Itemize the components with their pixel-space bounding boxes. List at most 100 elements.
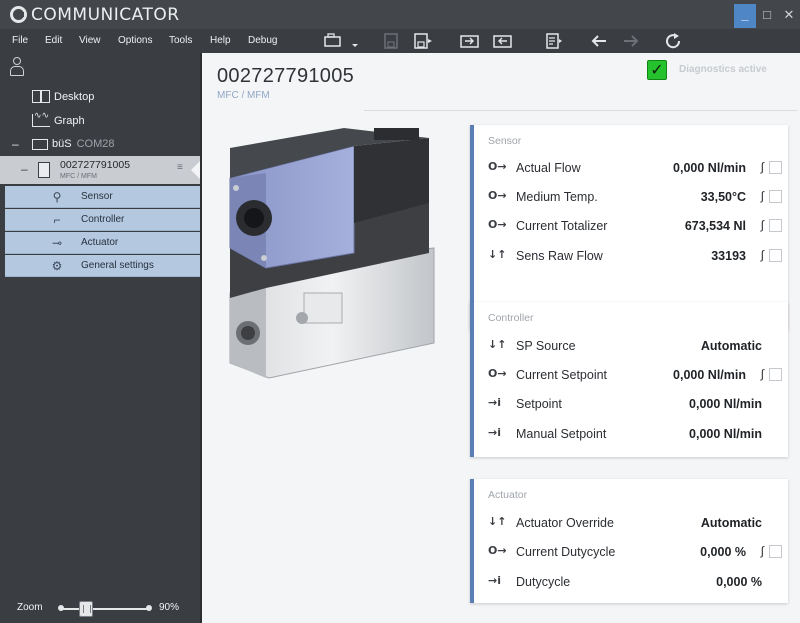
trend-icon[interactable]: ∫ [761,189,764,203]
menu-tools[interactable]: Tools [169,35,192,46]
row-label: Current Setpoint [516,368,608,382]
menu-file[interactable]: File [12,35,28,46]
diagnostics-checkbox[interactable]: ✓ [647,60,667,80]
report-icon[interactable] [545,33,563,49]
zoom-control: Zoom 90% [0,598,200,620]
row-value: 0,000 Nl/min [673,368,746,382]
row-actuator-override: ↓↑ Actuator Override Automatic [488,513,786,533]
row-value[interactable]: 0,000 % [716,575,762,589]
trend-icon[interactable]: ∫ [761,218,764,232]
trend-icon[interactable]: ∫ [761,160,764,174]
dropdown-icon[interactable] [350,33,360,49]
save-icon[interactable] [413,33,433,49]
menu-options[interactable]: Options [118,35,152,46]
row-value: 33,50°C [700,190,746,204]
sidebar-item-general-settings[interactable]: ⚙ General settings [5,255,200,277]
menu-help[interactable]: Help [210,35,231,46]
device-collapse-toggle[interactable]: – [21,162,28,176]
row-label: Sens Raw Flow [516,249,603,263]
graph-checkbox[interactable] [769,190,782,203]
bus-port: COM28 [76,138,115,150]
back-icon[interactable] [590,33,608,49]
title-bar: COMMUNICATOR _ □ ✕ [0,0,800,29]
row-label: Current Dutycycle [516,545,616,559]
sidebar-item-bus[interactable]: büS COM28 [32,138,114,150]
sidebar-item-label: Desktop [54,90,95,103]
row-label: Setpoint [516,397,562,411]
trend-icon[interactable]: ∫ [761,367,764,381]
sidebar-item-label: Sensor [81,191,113,202]
app-title: COMMUNICATOR [31,5,180,25]
sidebar-item-label: Controller [81,214,125,225]
device-image [229,128,435,379]
sidebar-item-label: Graph [54,114,85,127]
controller-card: Controller ↓↑ SP Source Automatic O→ Cur… [470,302,788,457]
minimize-button[interactable]: _ [734,4,756,28]
row-label: Medium Temp. [516,190,598,204]
sidebar-item-graph[interactable]: Graph [32,110,85,127]
graph-checkbox[interactable] [769,249,782,262]
sidebar-item-device[interactable]: – 002727791005 MFC / MFM ≡ [0,156,201,184]
communicator-logo-icon [10,6,27,23]
maximize-button[interactable]: □ [756,4,778,28]
row-actual-flow: O→ Actual Flow 0,000 Nl/min ∫ [488,158,786,178]
row-current-setpoint: O→ Current Setpoint 0,000 Nl/min ∫ [488,365,786,385]
sidebar-item-sensor[interactable]: ⚲ Sensor [5,186,200,208]
device-icon[interactable] [323,33,343,49]
trend-icon[interactable]: ∫ [761,544,764,558]
row-dutycycle: →i Dutycycle 0,000 % [488,572,786,592]
sidebar-item-label: General settings [81,260,154,271]
zoom-track-end [146,605,152,611]
sensor-icon: ⚲ [52,190,62,204]
device-type-subtitle: MFC / MFM [217,90,270,101]
row-value: 33193 [711,249,746,263]
graph-checkbox[interactable] [769,368,782,381]
graph-checkbox[interactable] [769,219,782,232]
input-output-icon: ↓↑ [488,338,507,351]
menu-debug[interactable]: Debug [248,35,277,46]
sidebar-item-actuator[interactable]: ⊸ Actuator [5,232,200,254]
window-controls: _ □ ✕ [734,4,800,28]
input-icon: →i [488,426,501,439]
row-value[interactable]: 0,000 Nl/min [689,427,762,441]
row-value[interactable]: Automatic [701,339,762,353]
row-manual-setpoint: →i Manual Setpoint 0,000 Nl/min [488,424,786,444]
row-sens-raw-flow: ↓↑ Sens Raw Flow 33193 ∫ [488,246,786,266]
user-icon[interactable] [10,57,24,77]
graph-checkbox[interactable] [769,545,782,558]
menu-edit[interactable]: Edit [45,35,62,46]
card-title: Sensor [488,135,522,147]
bus-collapse-toggle[interactable]: – [12,137,19,151]
output-icon: O→ [488,367,507,380]
close-button[interactable]: ✕ [778,4,800,28]
row-medium-temp: O→ Medium Temp. 33,50°C ∫ [488,187,786,207]
forward-icon [624,35,639,47]
trend-icon[interactable]: ∫ [761,248,764,262]
row-value[interactable]: 0,000 Nl/min [689,397,762,411]
refresh-icon[interactable] [665,33,683,49]
graph-checkbox[interactable] [769,161,782,174]
zoom-label: Zoom [17,602,43,613]
graph-icon [32,110,50,127]
input-output-icon: ↓↑ [488,248,507,261]
input-icon: →i [488,396,501,409]
controller-icon: ⌐ [53,213,61,227]
input-output-icon: ↓↑ [488,515,507,528]
output-icon: O→ [488,160,507,173]
import-icon[interactable] [460,33,480,49]
row-label: Dutycycle [516,575,571,589]
device-menu-icon[interactable]: ≡ [177,162,183,173]
bus-icon [32,138,48,150]
row-value[interactable]: Automatic [701,516,762,530]
row-sp-source: ↓↑ SP Source Automatic [488,336,786,356]
zoom-slider-track[interactable] [61,608,149,610]
output-icon: O→ [488,189,507,202]
export-icon[interactable] [493,33,513,49]
sidebar-item-desktop[interactable]: Desktop [32,90,94,103]
row-label: Manual Setpoint [516,427,607,441]
sidebar-item-controller[interactable]: ⌐ Controller [5,209,200,231]
menu-view[interactable]: View [79,35,101,46]
header-divider [364,110,798,111]
row-value: 0,000 Nl/min [673,161,746,175]
zoom-slider-thumb[interactable] [78,601,93,617]
